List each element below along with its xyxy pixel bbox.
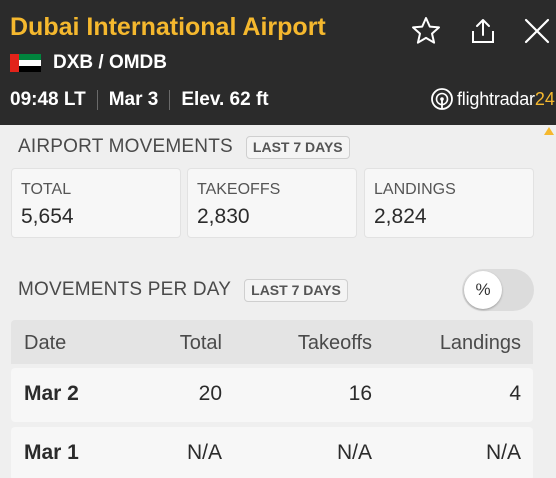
brand-suffix: 24	[534, 88, 555, 109]
stat-label: TOTAL	[21, 181, 72, 198]
airport-title: Dubai International Airport	[10, 13, 326, 41]
stat-label: TAKEOFFS	[197, 181, 281, 198]
cell-date: Mar 2	[24, 382, 79, 405]
cell-total: 20	[198, 382, 222, 405]
close-button[interactable]	[520, 14, 554, 48]
table-row: Mar 1 N/A N/A N/A	[11, 427, 533, 478]
section-title: MOVEMENTS PER DAY	[18, 279, 232, 300]
airport-codes-row: DXB / OMDB	[10, 51, 167, 75]
table-header: Date Total Takeoffs Landings	[11, 320, 533, 364]
scroll-indicator	[544, 127, 554, 135]
favorite-button[interactable]	[409, 14, 443, 48]
airport-header: Dubai International Airport DXB / OMDB 0…	[0, 0, 556, 125]
flightradar24-logo: flightradar 24	[430, 87, 555, 111]
column-header-total: Total	[179, 332, 222, 354]
airport-meta: 09:48 LT Mar 3 Elev. 62 ft	[10, 87, 269, 113]
percent-toggle[interactable]: %	[462, 269, 534, 311]
local-time: 09:48 LT	[10, 89, 86, 110]
divider	[169, 90, 171, 110]
period-badge: LAST 7 DAYS	[244, 278, 348, 302]
stat-card-landings: LANDINGS 2,824	[364, 168, 534, 238]
cell-landings: 4	[509, 382, 521, 405]
share-icon	[472, 19, 494, 43]
cell-landings: N/A	[485, 441, 521, 464]
column-header-date: Date	[24, 332, 67, 354]
radar-icon	[431, 88, 453, 110]
period-badge: LAST 7 DAYS	[245, 135, 350, 159]
stat-value: 2,830	[197, 205, 250, 228]
local-date: Mar 3	[108, 89, 159, 110]
star-icon	[412, 17, 440, 44]
stat-card-takeoffs: TAKEOFFS 2,830	[187, 168, 357, 238]
stat-card-total: TOTAL 5,654	[11, 168, 181, 238]
table-row: Mar 2 20 16 4	[11, 368, 533, 422]
share-button[interactable]	[466, 14, 500, 48]
column-header-takeoffs: Takeoffs	[297, 332, 372, 354]
column-header-landings: Landings	[439, 332, 521, 354]
cell-total: N/A	[186, 441, 222, 464]
per-day-header: MOVEMENTS PER DAY LAST 7 DAYS	[18, 277, 348, 303]
cell-takeoffs: N/A	[336, 441, 372, 464]
elevation: Elev. 62 ft	[181, 89, 269, 110]
cell-takeoffs: 16	[348, 382, 372, 405]
cell-date: Mar 1	[24, 441, 79, 464]
toggle-knob: %	[464, 271, 502, 309]
section-title: AIRPORT MOVEMENTS	[18, 136, 233, 157]
uae-flag-icon	[10, 54, 41, 72]
movements-header: AIRPORT MOVEMENTS LAST 7 DAYS	[18, 134, 350, 160]
stat-label: LANDINGS	[374, 181, 456, 198]
stat-value: 2,824	[374, 205, 427, 228]
airport-codes: DXB / OMDB	[53, 52, 167, 73]
divider	[96, 90, 98, 110]
close-icon	[524, 18, 550, 44]
brand-name: flightradar	[457, 88, 535, 109]
stat-value: 5,654	[21, 205, 74, 228]
